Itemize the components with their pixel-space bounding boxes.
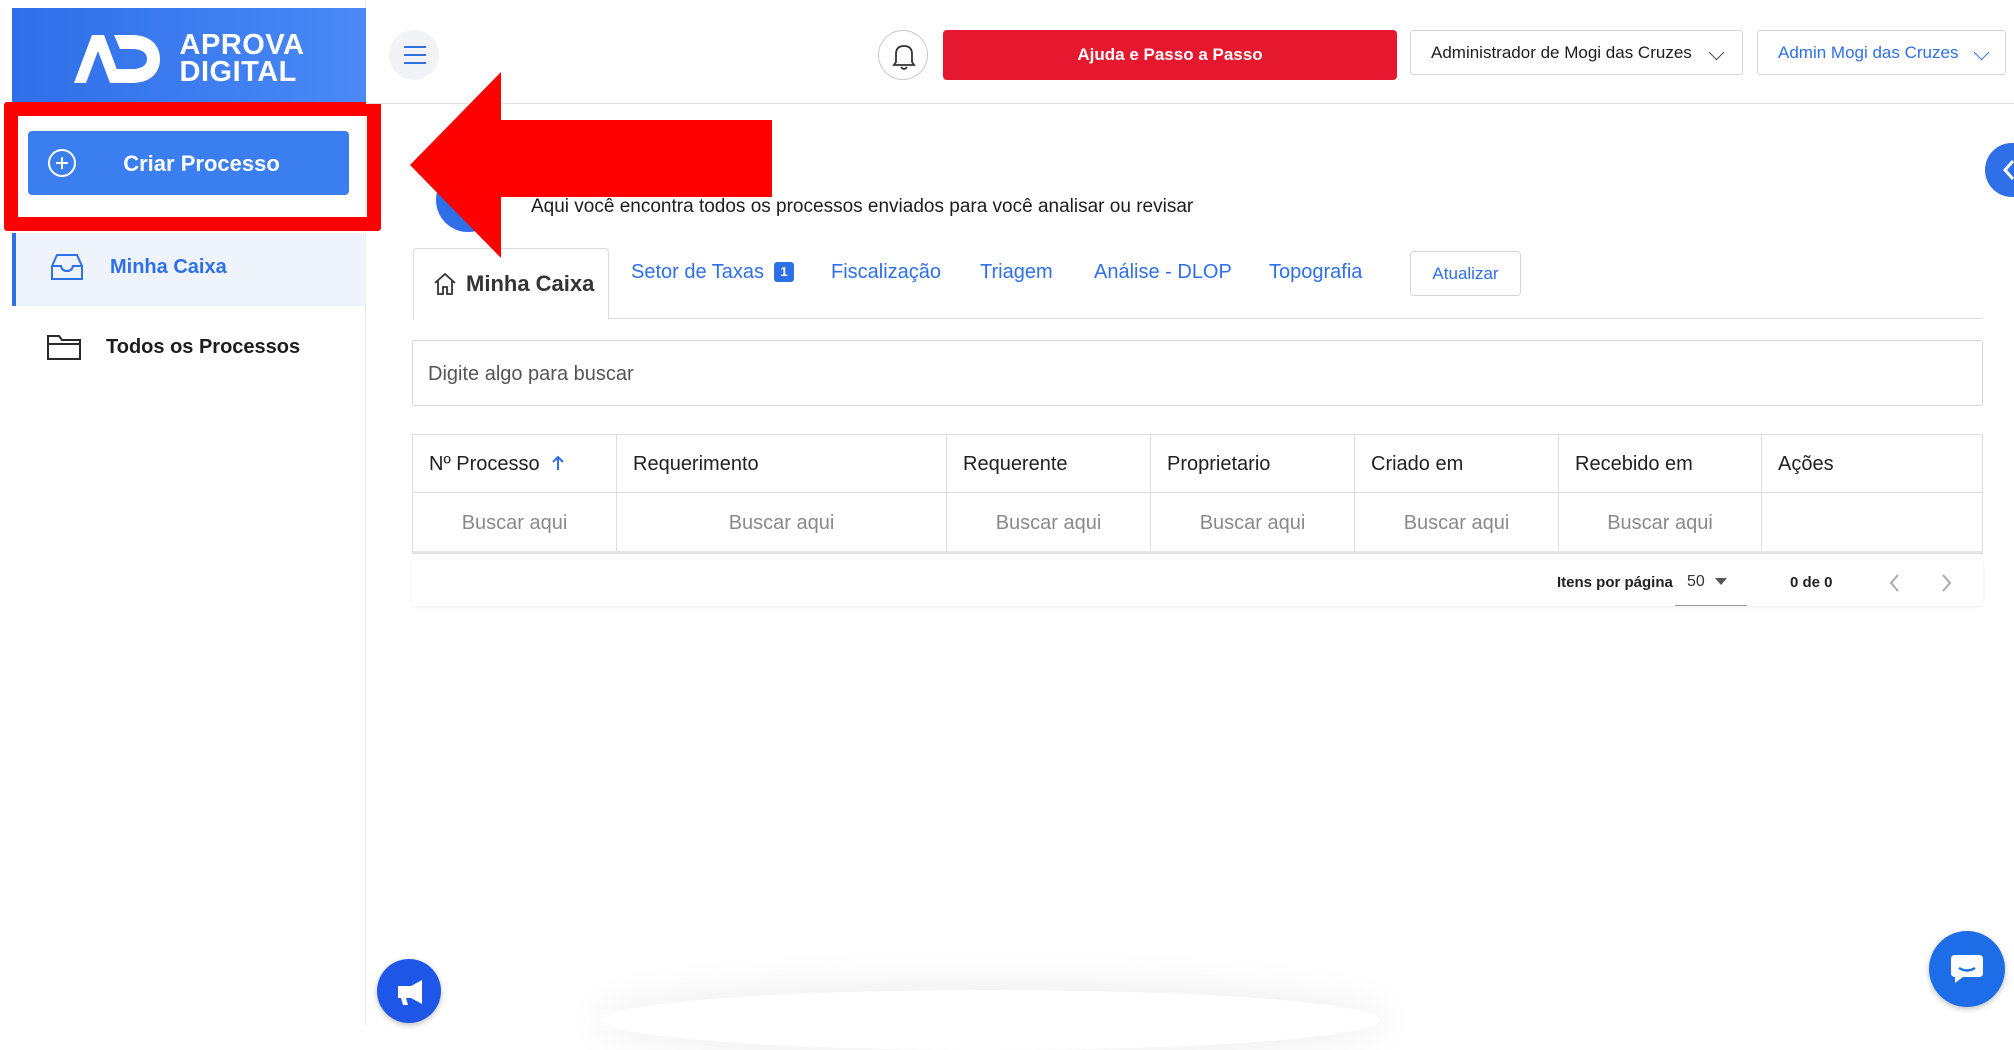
tab-label: Minha Caixa	[466, 271, 595, 296]
refresh-button[interactable]: Atualizar	[1410, 251, 1521, 296]
highlight-frame	[4, 102, 381, 231]
collapse-panel-button[interactable]	[1985, 143, 2014, 197]
column-header-requerente[interactable]: Requerente	[947, 435, 1151, 493]
pagination-bar: Itens por página 50 0 de 0	[412, 560, 1983, 606]
chevron-left-icon	[2002, 160, 2014, 180]
next-page-icon[interactable]	[1936, 572, 1956, 594]
chat-button[interactable]	[1929, 931, 2005, 1007]
bell-icon	[892, 45, 916, 70]
tab-analise-dlop[interactable]: Análise - DLOP	[1094, 261, 1232, 284]
sort-ascending-icon	[552, 455, 564, 470]
annotation-arrow-icon	[410, 72, 772, 258]
tab-topografia[interactable]: Topografia	[1269, 261, 1362, 284]
tabs-divider	[413, 318, 1983, 319]
pagination-range: 0 de 0	[1790, 574, 1833, 591]
brand-name: APROVA DIGITAL	[179, 29, 305, 88]
process-table: Nº Processo Requerimento Requerente Prop…	[412, 434, 1983, 554]
filter-input-criado-em[interactable]: Buscar aqui	[1355, 493, 1559, 553]
tab-fiscalizacao[interactable]: Fiscalização	[831, 261, 941, 284]
column-header-numero[interactable]: Nº Processo	[413, 435, 617, 493]
sidebar-item-label: Minha Caixa	[110, 255, 227, 278]
bottom-shadow	[600, 990, 1380, 1050]
chevron-down-icon	[1973, 44, 1990, 61]
column-header-requerimento[interactable]: Requerimento	[617, 435, 947, 493]
megaphone-icon	[398, 980, 422, 1005]
organization-select[interactable]: Administrador de Mogi das Cruzes	[1410, 30, 1743, 75]
caret-down-icon	[1715, 578, 1727, 585]
filter-cell-acoes	[1762, 493, 1982, 553]
previous-page-icon[interactable]	[1885, 572, 1905, 594]
column-header-acoes: Ações	[1762, 435, 1982, 493]
tab-setor-de-taxas[interactable]: Setor de Taxas 1	[631, 261, 795, 284]
count-badge: 1	[774, 262, 795, 282]
column-header-recebido-em[interactable]: Recebido em	[1559, 435, 1762, 493]
notifications-button[interactable]	[878, 30, 928, 80]
announcement-button[interactable]	[377, 959, 441, 1023]
filter-input-proprietario[interactable]: Buscar aqui	[1151, 493, 1355, 553]
search-input[interactable]: Digite algo para buscar	[412, 340, 1983, 406]
sidebar-item-todos-os-processos[interactable]: Todos os Processos	[46, 333, 300, 361]
sidebar-item-minha-caixa-row[interactable]: Minha Caixa	[49, 252, 227, 282]
hamburger-icon	[404, 46, 426, 48]
home-icon	[434, 272, 456, 295]
inbox-icon	[51, 254, 83, 280]
items-per-page-label: Itens por página	[1557, 574, 1673, 591]
sidebar-item-label: Todos os Processos	[106, 335, 301, 358]
filter-input-requerimento[interactable]: Buscar aqui	[617, 493, 947, 553]
filter-input-numero[interactable]: Buscar aqui	[413, 493, 617, 553]
sidebar: APROVA DIGITAL Criar Processo Minha Caix…	[0, 0, 381, 1025]
brand-logo[interactable]: APROVA DIGITAL	[12, 8, 366, 110]
filter-input-recebido-em[interactable]: Buscar aqui	[1559, 493, 1762, 553]
user-select[interactable]: Admin Mogi das Cruzes	[1757, 30, 2006, 75]
column-header-proprietario[interactable]: Proprietario	[1151, 435, 1355, 493]
help-button[interactable]: Ajuda e Passo a Passo	[943, 30, 1397, 80]
chat-icon	[1951, 955, 1983, 983]
folder-icon	[47, 335, 81, 360]
tab-minha-caixa[interactable]: Minha Caixa	[413, 248, 609, 320]
aprova-digital-logo-icon	[73, 35, 160, 83]
column-header-criado-em[interactable]: Criado em	[1355, 435, 1559, 493]
tab-triagem[interactable]: Triagem	[980, 261, 1053, 284]
items-per-page-select[interactable]: 50	[1675, 560, 1747, 606]
filter-input-requerente[interactable]: Buscar aqui	[947, 493, 1151, 553]
chevron-down-icon	[1708, 44, 1725, 61]
